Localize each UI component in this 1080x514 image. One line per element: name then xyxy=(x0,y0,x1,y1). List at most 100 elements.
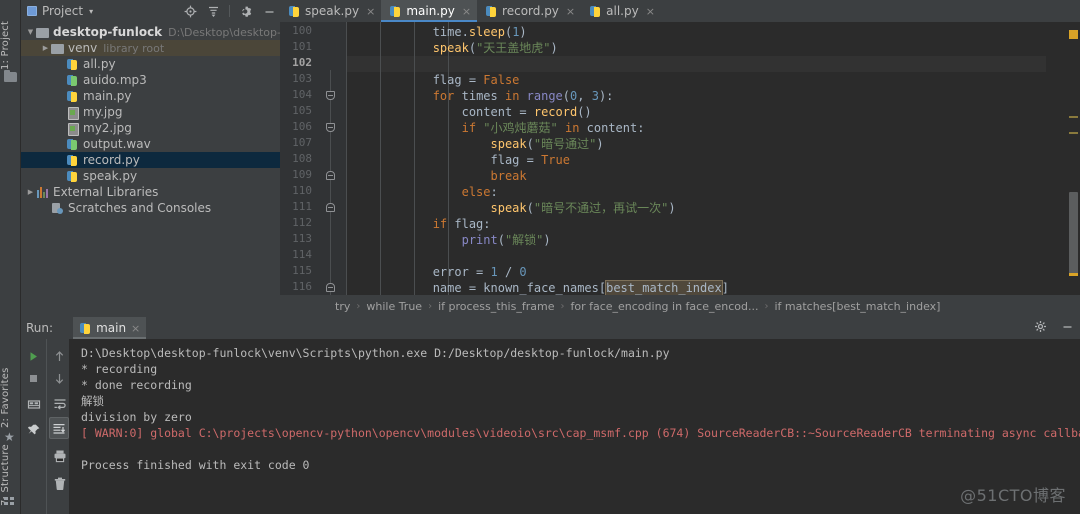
marker-error[interactable] xyxy=(1069,273,1078,276)
marker-warning-1[interactable] xyxy=(1069,116,1078,118)
run-toolbar-secondary[interactable] xyxy=(46,339,69,514)
tree-item-label: record.py xyxy=(83,153,140,167)
tree-item-main-py[interactable]: main.py xyxy=(21,88,280,104)
close-icon[interactable]: × xyxy=(646,5,655,18)
code-line[interactable]: if flag: xyxy=(346,216,1046,232)
code-line[interactable] xyxy=(346,56,1046,72)
gear-icon[interactable] xyxy=(1034,320,1047,336)
tree-item-speak-py[interactable]: speak.py xyxy=(21,168,280,184)
tree-item-external-libraries[interactable]: External Libraries xyxy=(21,184,280,200)
editor-tab-bar[interactable]: speak.py × main.py × record.py × all.py × xyxy=(280,0,1080,22)
chevron-down-icon[interactable]: ▾ xyxy=(89,7,93,16)
code-line[interactable]: speak("暗号不通过，再试一次") xyxy=(346,200,1046,216)
tool-window-button-project[interactable]: 1: Project xyxy=(0,4,21,70)
line-number: 116 xyxy=(292,280,312,293)
python-file-icon xyxy=(66,154,79,167)
pin-icon[interactable] xyxy=(21,419,46,441)
editor-scrollbar[interactable] xyxy=(1066,44,1080,276)
code-editor[interactable]: 100 101 102 103 104 105 106 107 108 109 110 111 112 1… xyxy=(280,22,1080,310)
code-line[interactable]: if "小鸡炖蘑菇" in content: xyxy=(346,120,1046,136)
breadcrumb-item[interactable]: while True xyxy=(366,300,422,313)
code-line[interactable]: for times in range(0, 3): xyxy=(346,88,1046,104)
tree-item-my-jpg[interactable]: my.jpg xyxy=(21,104,280,120)
fold-toggle-icon[interactable] xyxy=(326,203,335,212)
breadcrumb-separator: › xyxy=(764,300,769,312)
line-number: 115 xyxy=(292,264,312,277)
gear-icon[interactable] xyxy=(239,4,253,18)
code-line[interactable]: else: xyxy=(346,184,1046,200)
close-icon[interactable]: × xyxy=(366,5,375,18)
image-file-icon xyxy=(66,106,79,120)
editor-tab-all-py[interactable]: all.py × xyxy=(581,0,661,22)
tree-item-my2-jpg[interactable]: my2.jpg xyxy=(21,120,280,136)
code-line[interactable]: flag = True xyxy=(346,152,1046,168)
fold-toggle-icon[interactable] xyxy=(326,171,335,180)
chevron-down-icon[interactable] xyxy=(25,28,36,36)
breadcrumb-item[interactable]: if process_this_frame xyxy=(438,300,554,313)
marker-warning-2[interactable] xyxy=(1069,132,1078,134)
breadcrumb-item[interactable]: try xyxy=(335,300,350,313)
code-lines[interactable]: time.sleep(1) speak("天王盖地虎") flag = Fals… xyxy=(346,22,1046,296)
tree-item-record-py[interactable]: record.py xyxy=(21,152,280,168)
minimize-icon[interactable] xyxy=(1061,320,1074,336)
tree-item-output-wav[interactable]: output.wav xyxy=(21,136,280,152)
line-number: 111 xyxy=(292,200,312,213)
code-line[interactable]: speak("暗号通过") xyxy=(346,136,1046,152)
python-file-icon xyxy=(66,58,79,71)
line-number: 107 xyxy=(292,136,312,149)
run-tab-label: main xyxy=(96,321,127,335)
tree-item-label: auido.mp3 xyxy=(83,73,147,87)
close-icon[interactable]: × xyxy=(566,5,575,18)
tree-item-scratches-and-consoles[interactable]: Scratches and Consoles xyxy=(21,200,280,216)
editor-tab-main-py[interactable]: main.py × xyxy=(381,0,478,22)
breadcrumb-item[interactable]: for face_encoding in face_encod... xyxy=(570,300,758,313)
code-line[interactable]: break xyxy=(346,168,1046,184)
rerun-icon[interactable] xyxy=(21,345,46,367)
tree-item-label: desktop-funlock xyxy=(53,25,163,39)
tree-item-label: my2.jpg xyxy=(83,121,132,135)
code-line[interactable]: time.sleep(1) xyxy=(346,24,1046,40)
line-number: 110 xyxy=(292,184,312,197)
project-tree[interactable]: desktop-funlockD:\Desktop\desktop-funloc… xyxy=(21,22,321,317)
collapse-all-icon[interactable] xyxy=(206,4,220,18)
tree-item-all-py[interactable]: all.py xyxy=(21,56,280,72)
close-icon[interactable]: × xyxy=(131,322,140,335)
code-line[interactable]: print("解锁") xyxy=(346,232,1046,248)
editor-tab-label: main.py xyxy=(406,4,455,18)
fold-toggle-icon[interactable] xyxy=(326,91,335,100)
layout-icon[interactable] xyxy=(21,393,46,415)
run-toolbar-primary[interactable] xyxy=(21,339,46,514)
structure-grid-icon xyxy=(4,497,17,510)
code-line[interactable]: content = record() xyxy=(346,104,1046,120)
code-line[interactable]: flag = False xyxy=(346,72,1046,88)
code-line[interactable]: speak("天王盖地虎") xyxy=(346,40,1046,56)
minimize-icon[interactable] xyxy=(262,4,276,18)
scroll-to-end-icon[interactable] xyxy=(49,417,69,439)
chevron-right-icon[interactable] xyxy=(25,188,36,196)
line-number: 101 xyxy=(292,40,312,53)
editor-tab-record-py[interactable]: record.py × xyxy=(477,0,581,22)
code-line[interactable]: error = 1 / 0 xyxy=(346,264,1046,280)
project-panel-toolbar xyxy=(183,0,276,22)
breadcrumb-item[interactable]: if matches[best_match_index] xyxy=(774,300,940,313)
run-console-output[interactable]: D:\Desktop\desktop-funlock\venv\Scripts\… xyxy=(69,339,1080,514)
code-line[interactable] xyxy=(346,248,1046,264)
fold-toggle-icon[interactable] xyxy=(326,283,335,292)
tree-item-desktop-funlock[interactable]: desktop-funlockD:\Desktop\desktop-funloc… xyxy=(21,24,321,40)
fold-toggle-icon[interactable] xyxy=(326,123,335,132)
inspection-status-icon[interactable] xyxy=(1069,30,1078,39)
tree-item-venv[interactable]: venv library root xyxy=(21,40,280,56)
tool-window-button-favorites[interactable]: 2: Favorites xyxy=(0,358,21,428)
editor-tab-speak-py[interactable]: speak.py × xyxy=(280,0,381,22)
stop-icon[interactable] xyxy=(21,367,46,389)
tree-item-auido-mp3[interactable]: auido.mp3 xyxy=(21,72,280,88)
chevron-right-icon[interactable] xyxy=(40,44,51,52)
line-number: 113 xyxy=(292,232,312,245)
run-tab-main[interactable]: main × xyxy=(73,317,147,339)
locate-icon[interactable] xyxy=(183,4,197,18)
editor-gutter[interactable]: 100 101 102 103 104 105 106 107 108 109 110 111 112 1… xyxy=(280,22,346,310)
scrollbar-thumb[interactable] xyxy=(1069,192,1078,274)
close-icon[interactable]: × xyxy=(462,5,471,18)
code-line[interactable]: name = known_face_names[best_match_index… xyxy=(346,280,1046,296)
breadcrumb[interactable]: try › while True › if process_this_frame › for… xyxy=(280,295,1080,317)
